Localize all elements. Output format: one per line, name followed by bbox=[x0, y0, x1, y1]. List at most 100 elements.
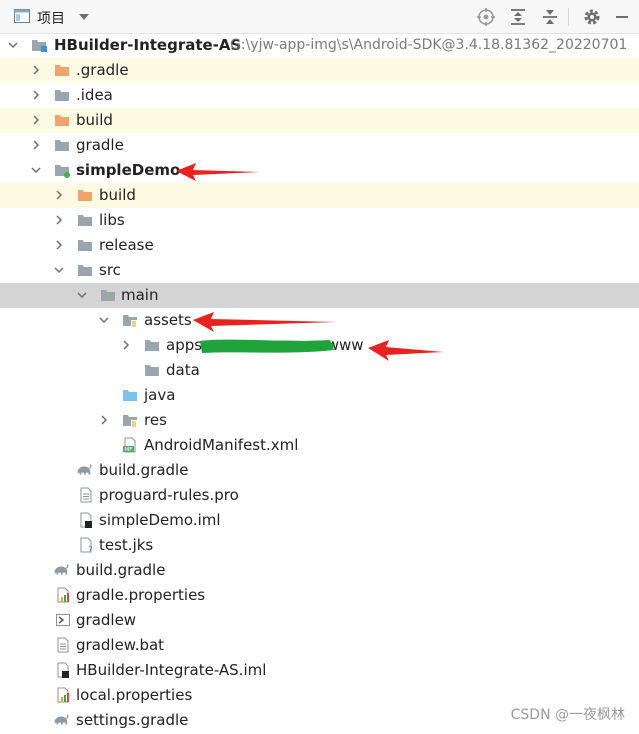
tree-label: build.gradle bbox=[76, 561, 166, 579]
tree-label: release bbox=[99, 236, 154, 254]
folder-icon bbox=[78, 240, 92, 251]
folder-icon bbox=[55, 90, 69, 101]
tree-row[interactable]: build bbox=[0, 183, 639, 208]
gradle-elephant-icon bbox=[54, 714, 69, 725]
tree-row[interactable]: data bbox=[0, 358, 639, 383]
chevron-right-icon[interactable] bbox=[53, 189, 65, 201]
chevron-down-icon[interactable] bbox=[76, 289, 88, 301]
panel-title: 项目 bbox=[37, 11, 65, 27]
locate-icon[interactable] bbox=[476, 7, 496, 27]
tree-label: src bbox=[99, 261, 121, 279]
tree-row[interactable]: MF AndroidManifest.xml bbox=[0, 433, 639, 458]
tree-label: build bbox=[99, 186, 136, 204]
tree-row[interactable]: HBuilder-Integrate-AS.iml bbox=[0, 658, 639, 683]
chevron-down-icon[interactable] bbox=[30, 164, 42, 176]
tree-row[interactable]: assets bbox=[0, 308, 639, 333]
chevron-right-icon[interactable] bbox=[30, 139, 42, 151]
folder-icon bbox=[78, 215, 92, 226]
tree-label: simpleDemo bbox=[76, 161, 181, 179]
tree-row-root[interactable]: HBuilder-Integrate-AS G:\yjw-app-img\s\A… bbox=[0, 33, 639, 58]
tree-row-selected[interactable]: main bbox=[0, 283, 639, 308]
gear-icon[interactable] bbox=[582, 7, 602, 27]
tree-row[interactable]: gradle bbox=[0, 133, 639, 158]
tree-row[interactable]: .gradle bbox=[0, 58, 639, 83]
gradle-elephant-icon bbox=[77, 464, 92, 475]
folder-icon bbox=[145, 340, 159, 351]
folder-orange-icon bbox=[55, 115, 69, 126]
tree-row[interactable]: java bbox=[0, 383, 639, 408]
tree-label: test.jks bbox=[99, 536, 154, 554]
chevron-down-icon[interactable] bbox=[53, 264, 65, 276]
tree-label: local.properties bbox=[76, 686, 193, 704]
folder-icon bbox=[145, 365, 159, 376]
root-path: G:\yjw-app-img\s\Android-SDK@3.4.18.8136… bbox=[230, 37, 628, 53]
tree-label: gradle.properties bbox=[76, 586, 206, 604]
svg-text:MF: MF bbox=[125, 447, 133, 453]
tree-label: .idea bbox=[76, 86, 113, 104]
minimize-icon[interactable] bbox=[612, 7, 632, 27]
tree-row[interactable]: .idea bbox=[0, 83, 639, 108]
tree-row[interactable]: gradlew bbox=[0, 608, 639, 633]
tree-label: main bbox=[121, 286, 159, 304]
chevron-right-icon[interactable] bbox=[30, 64, 42, 76]
folder-orange-icon bbox=[55, 65, 69, 76]
chevron-down-icon[interactable] bbox=[7, 39, 19, 51]
expand-all-icon[interactable] bbox=[508, 7, 528, 27]
tree-label: .gradle bbox=[76, 61, 129, 79]
tree-label: settings.gradle bbox=[76, 711, 189, 729]
tree-label: libs bbox=[99, 211, 125, 229]
tree-label: data bbox=[166, 361, 200, 379]
tree-row[interactable]: build bbox=[0, 108, 639, 133]
tree-label: HBuilder-Integrate-AS bbox=[54, 36, 242, 54]
iml-file-icon bbox=[80, 512, 92, 528]
tree-row[interactable]: gradle.properties bbox=[0, 583, 639, 608]
chevron-right-icon[interactable] bbox=[30, 89, 42, 101]
tree-row[interactable]: build.gradle bbox=[0, 458, 639, 483]
chevron-right-icon[interactable] bbox=[53, 239, 65, 251]
folder-orange-icon bbox=[78, 190, 92, 201]
resource-folder-icon bbox=[123, 315, 137, 327]
gradle-elephant-icon bbox=[54, 564, 69, 575]
text-file-icon bbox=[57, 637, 69, 653]
tree-row[interactable]: build.gradle bbox=[0, 558, 639, 583]
tree-label: simpleDemo.iml bbox=[99, 511, 221, 529]
tree-row[interactable]: res bbox=[0, 408, 639, 433]
folder-icon bbox=[78, 265, 92, 276]
dropdown-icon[interactable] bbox=[77, 10, 91, 24]
shell-script-icon bbox=[56, 614, 70, 626]
tree-row[interactable]: apps .www bbox=[0, 333, 639, 358]
tree-label: assets bbox=[144, 311, 192, 329]
chevron-down-icon[interactable] bbox=[98, 314, 110, 326]
tree-label: gradle bbox=[76, 136, 124, 154]
project-toolbar: 项目 bbox=[0, 0, 639, 34]
tree-label: gradlew bbox=[76, 611, 137, 629]
tree-row[interactable]: src bbox=[0, 258, 639, 283]
folder-icon bbox=[55, 140, 69, 151]
manifest-file-icon: MF bbox=[123, 437, 136, 453]
tree-label: res bbox=[144, 411, 167, 429]
chevron-right-icon[interactable] bbox=[98, 414, 110, 426]
tree-row[interactable]: libs bbox=[0, 208, 639, 233]
module-folder-icon bbox=[32, 40, 47, 52]
project-view-icon bbox=[14, 9, 30, 23]
chevron-right-icon[interactable] bbox=[120, 339, 132, 351]
module-folder-icon bbox=[55, 165, 70, 178]
iml-file-icon bbox=[57, 662, 69, 678]
tree-label: apps bbox=[166, 336, 203, 354]
tree-label: AndroidManifest.xml bbox=[144, 436, 299, 454]
chevron-right-icon[interactable] bbox=[53, 214, 65, 226]
tree-row[interactable]: release bbox=[0, 233, 639, 258]
collapse-all-icon[interactable] bbox=[540, 7, 560, 27]
properties-file-icon bbox=[57, 687, 69, 703]
tree-row[interactable]: simpleDemo.iml bbox=[0, 508, 639, 533]
svg-text:?: ? bbox=[88, 546, 93, 554]
tree-row[interactable]: ? test.jks bbox=[0, 533, 639, 558]
tree-label: gradlew.bat bbox=[76, 636, 165, 654]
source-folder-icon bbox=[123, 390, 137, 401]
tree-row[interactable]: gradlew.bat bbox=[0, 633, 639, 658]
text-file-icon bbox=[80, 487, 92, 503]
tree-row[interactable]: proguard-rules.pro bbox=[0, 483, 639, 508]
toolbar-separator bbox=[568, 8, 569, 26]
chevron-right-icon[interactable] bbox=[30, 114, 42, 126]
tree-row[interactable]: simpleDemo bbox=[0, 158, 639, 183]
